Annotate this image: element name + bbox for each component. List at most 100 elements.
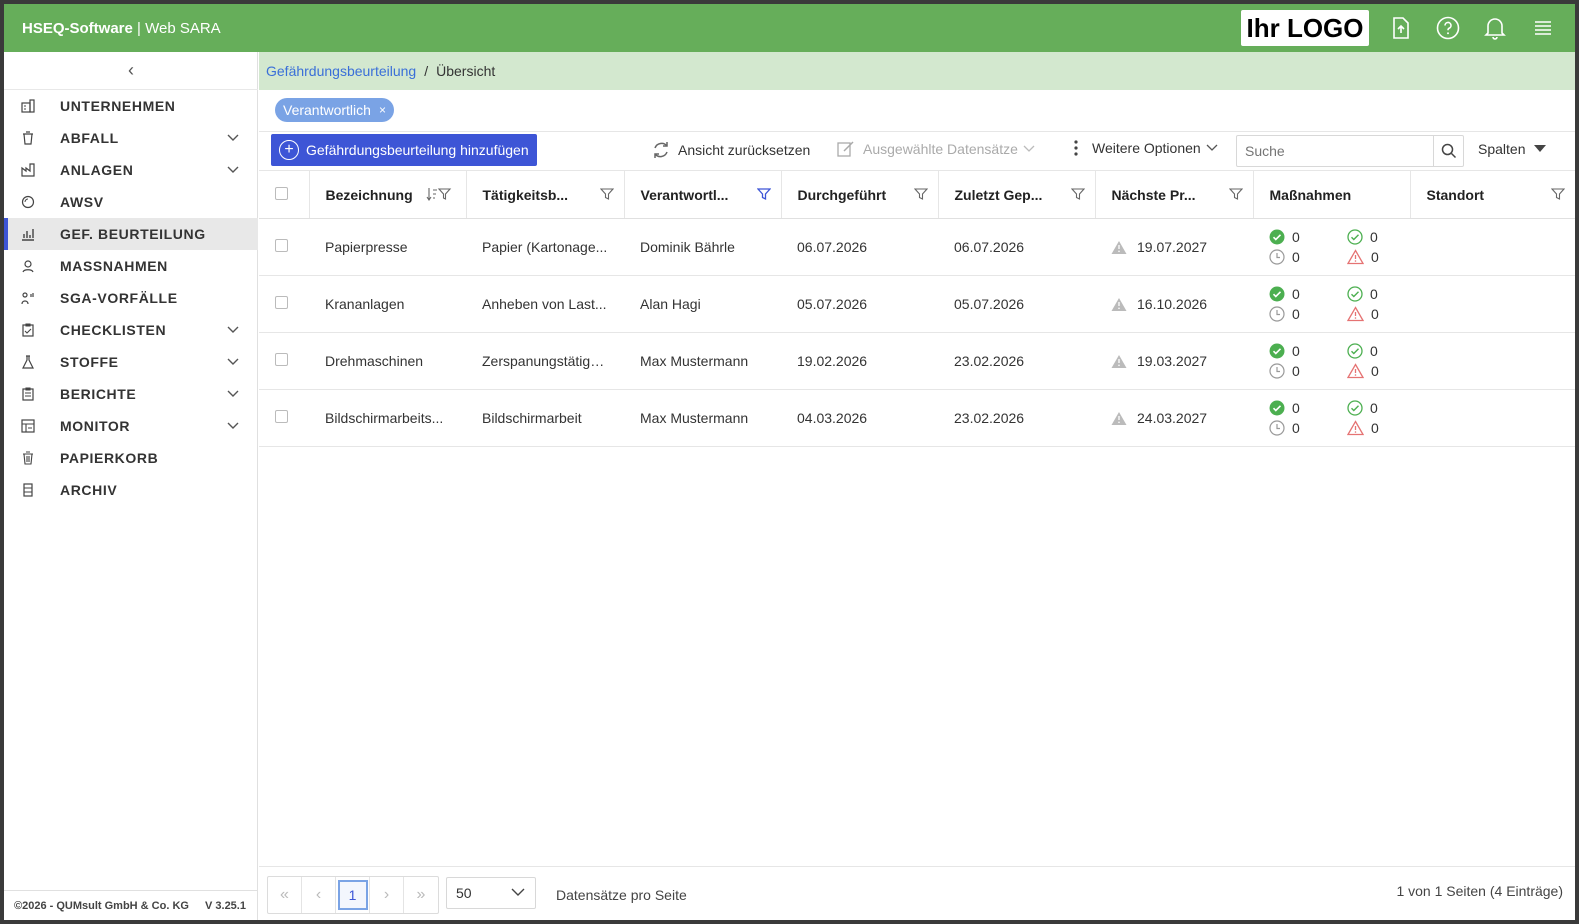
page-size-select[interactable]: 50 <box>446 877 536 909</box>
caret-down-icon <box>1534 145 1547 152</box>
upload-icon[interactable] <box>1387 14 1415 42</box>
search-button[interactable] <box>1433 136 1463 166</box>
done-icon <box>1269 343 1285 359</box>
breadcrumb-parent-link[interactable]: Gefährdungsbeurteilung <box>266 63 416 79</box>
chevron-down-icon <box>226 323 240 337</box>
measures-overdue-count: 0 <box>1371 306 1379 322</box>
chart-icon <box>20 226 36 242</box>
row-checkbox[interactable] <box>275 239 288 252</box>
row-checkbox[interactable] <box>275 410 288 423</box>
reset-view-button[interactable]: Ansicht zurücksetzen <box>651 140 810 160</box>
column-header-naechste-pruefung[interactable]: Nächste Pr... <box>1095 170 1254 219</box>
table-row[interactable]: Papierpresse Papier (Kartonage... Dominik … <box>259 218 1575 276</box>
add-assessment-button[interactable]: + Gefährdungsbeurteilung hinzufügen <box>271 134 537 166</box>
filter-icon[interactable] <box>1228 187 1243 201</box>
next-review-date: 16.10.2026 <box>1137 296 1208 312</box>
column-header-bezeichnung[interactable]: Bezeichnung <box>309 170 467 219</box>
column-header-zuletzt-geprueft[interactable]: Zuletzt Gep... <box>938 170 1096 219</box>
sidebar-item-gef-beurteilung[interactable]: GEF. BEURTEILUNG <box>4 218 258 250</box>
sidebar-item-monitor[interactable]: MONITOR <box>4 410 258 442</box>
sidebar-item-label: UNTERNEHMEN <box>60 98 176 114</box>
last-page-button[interactable]: » <box>404 877 438 913</box>
app-title: HSEQ-Software | Web SARA <box>22 20 221 37</box>
table-row[interactable]: Drehmaschinen Zerspanungstätigk... Max Mus… <box>259 332 1575 390</box>
per-page-label: Datensätze pro Seite <box>556 887 687 903</box>
filter-chip-label: Verantwortlich <box>283 102 371 118</box>
selected-records-dropdown[interactable]: Ausgewählte Datensätze <box>837 140 1035 158</box>
cell-taetigkeit: Papier (Kartonage... <box>466 218 624 276</box>
columns-dropdown[interactable]: Spalten <box>1478 141 1547 157</box>
filter-icon[interactable] <box>913 187 928 201</box>
app-window: HSEQ-Software | Web SARA Ihr LOGO ‹ UNTE… <box>4 4 1575 920</box>
column-header-massnahmen[interactable]: Maßnahmen <box>1253 170 1411 219</box>
sidebar-item-sga-vorfaelle[interactable]: SGA-VORFÄLLE <box>4 282 258 314</box>
column-header-taetigkeit[interactable]: Tätigkeitsb... <box>466 170 625 219</box>
filter-icon[interactable] <box>599 187 614 201</box>
column-header-standort[interactable]: Standort <box>1410 170 1575 219</box>
row-checkbox[interactable] <box>275 353 288 366</box>
sidebar-item-unternehmen[interactable]: UNTERNEHMEN <box>4 90 258 122</box>
next-review-date: 24.03.2027 <box>1137 410 1208 426</box>
done-icon <box>1269 229 1285 245</box>
cell-bezeichnung: Papierpresse <box>309 218 466 276</box>
sidebar-item-papierkorb[interactable]: PAPIERKORB <box>4 442 258 474</box>
chevron-down-icon <box>226 163 240 177</box>
cell-massnahmen: 0 0 0 0 <box>1253 389 1410 447</box>
sidebar-item-abfall[interactable]: ABFALL <box>4 122 258 154</box>
more-options-dropdown[interactable]: Weitere Optionen <box>1073 140 1218 156</box>
cell-verantwortlich: Max Mustermann <box>624 332 781 390</box>
sidebar-item-stoffe[interactable]: STOFFE <box>4 346 258 378</box>
table-row[interactable]: Krananlagen Anheben von Last... Alan Hagi 0… <box>259 275 1575 333</box>
sidebar-item-archiv[interactable]: ARCHIV <box>4 474 258 506</box>
cell-massnahmen: 0 0 0 0 <box>1253 218 1410 276</box>
sidebar-item-checklisten[interactable]: CHECKLISTEN <box>4 314 258 346</box>
sidebar-item-berichte[interactable]: BERICHTE <box>4 378 258 410</box>
table-header-row: Bezeichnung Tätigkeitsb... Verantwortl..… <box>259 170 1575 219</box>
help-icon[interactable] <box>1434 14 1462 42</box>
filter-active-icon[interactable] <box>756 187 771 201</box>
close-icon[interactable]: × <box>379 103 386 117</box>
cell-standort <box>1410 275 1575 333</box>
columns-label: Spalten <box>1478 141 1526 157</box>
building-icon <box>20 98 36 114</box>
clock-icon <box>1269 306 1285 322</box>
page-size-value: 50 <box>456 885 472 901</box>
filter-icon[interactable] <box>1070 187 1085 201</box>
trash-icon <box>20 450 36 466</box>
cell-zuletzt: 05.07.2026 <box>938 275 1095 333</box>
prev-page-button[interactable]: ‹ <box>302 877 336 913</box>
first-page-button[interactable]: « <box>268 877 302 913</box>
cell-bezeichnung: Krananlagen <box>309 275 466 333</box>
sidebar-item-awsv[interactable]: AWSV <box>4 186 258 218</box>
sidebar-collapse-button[interactable]: ‹ <box>4 52 258 90</box>
cell-durchgefuehrt: 06.07.2026 <box>781 218 938 276</box>
row-checkbox[interactable] <box>275 296 288 309</box>
column-header-verantwortlich[interactable]: Verantwortl... <box>624 170 782 219</box>
sidebar-item-massnahmen[interactable]: MASSNAHMEN <box>4 250 258 282</box>
column-header-label: Zuletzt Gep... <box>954 186 1043 203</box>
sidebar-item-label: CHECKLISTEN <box>60 322 167 338</box>
search-input[interactable] <box>1237 136 1433 166</box>
chevron-down-icon <box>226 131 240 145</box>
drop-icon <box>20 194 36 210</box>
search-icon <box>1441 143 1456 159</box>
cell-durchgefuehrt: 04.03.2026 <box>781 389 938 447</box>
table-row[interactable]: Bildschirmarbeits... Bildschirmarbeit Max … <box>259 389 1575 447</box>
filter-icon[interactable] <box>1551 187 1565 201</box>
measures-overdue-count: 0 <box>1371 363 1379 379</box>
select-all-checkbox[interactable] <box>275 186 288 200</box>
sidebar-item-anlagen[interactable]: ANLAGEN <box>4 154 258 186</box>
measures-checked-count: 0 <box>1370 286 1378 302</box>
next-review-date: 19.07.2027 <box>1137 239 1208 255</box>
page-button-current[interactable]: 1 <box>336 877 370 913</box>
cell-zuletzt: 06.07.2026 <box>938 218 1095 276</box>
next-page-button[interactable]: › <box>370 877 404 913</box>
menu-icon[interactable] <box>1529 14 1557 42</box>
checked-icon <box>1347 286 1363 302</box>
sort-filter-icon[interactable] <box>426 187 452 201</box>
company-logo: Ihr LOGO <box>1241 10 1369 46</box>
filter-chip-verantwortlich[interactable]: Verantwortlich × <box>275 98 394 122</box>
clock-icon <box>1269 363 1285 379</box>
column-header-durchgefuehrt[interactable]: Durchgeführt <box>781 170 939 219</box>
bell-icon[interactable] <box>1481 14 1509 42</box>
